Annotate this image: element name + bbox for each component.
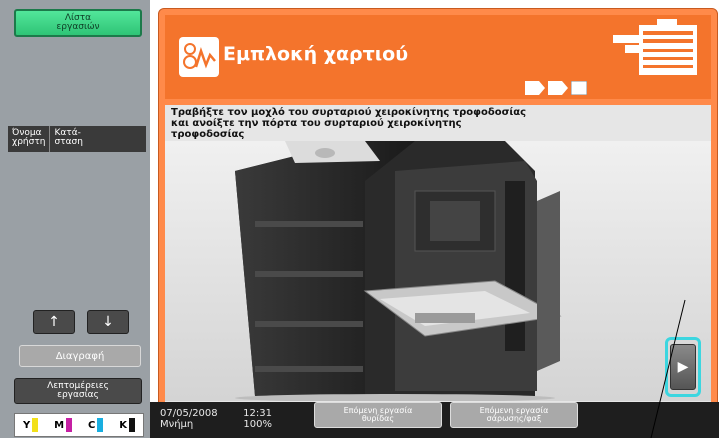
step-1-icon bbox=[525, 81, 545, 95]
next-scan-fax-job-button[interactable]: Επόμενη εργασία σάρωσης/φαξ bbox=[450, 402, 578, 428]
column-user-name: Όνομα χρήστη bbox=[12, 128, 46, 147]
job-list-label-line2: εργασιών bbox=[56, 22, 100, 32]
step-2-icon bbox=[548, 81, 568, 95]
arrow-up-icon: ↑ bbox=[48, 314, 60, 330]
memory-label: Μνήμη bbox=[160, 419, 194, 430]
instruction-text: Τραβήξτε τον μοχλό του συρταριού χειροκί… bbox=[171, 107, 527, 140]
scroll-down-button[interactable]: ↓ bbox=[87, 310, 129, 334]
step-3-icon bbox=[571, 81, 587, 95]
header: Εμπλοκή χαρτιού bbox=[165, 15, 711, 99]
job-details-label-line2: εργασίας bbox=[57, 390, 99, 400]
status-bar: 07/05/2008 12:31 Μνήμη 100% Επόμενη εργα… bbox=[150, 402, 719, 438]
toner-y: Y bbox=[23, 418, 39, 432]
job-list-column-header: Όνομα χρήστη Κατά- σταση bbox=[8, 126, 146, 152]
toner-levels: Y M C K bbox=[14, 413, 144, 437]
job-details-button[interactable]: Λεπτομέρειες εργασίας bbox=[14, 378, 142, 404]
toner-m: M bbox=[54, 418, 73, 432]
time-text: 12:31 bbox=[243, 408, 272, 419]
printer-illustration bbox=[165, 141, 711, 401]
scroll-up-button[interactable]: ↑ bbox=[33, 310, 75, 334]
next-arrow-icon: ▶ bbox=[670, 344, 696, 390]
arrow-down-icon: ↓ bbox=[102, 314, 114, 330]
date-text: 07/05/2008 bbox=[160, 408, 218, 419]
printer-icon bbox=[613, 19, 697, 75]
delete-label: Διαγραφή bbox=[55, 350, 105, 362]
memory-value: 100% bbox=[243, 419, 272, 430]
delete-button[interactable]: Διαγραφή bbox=[19, 345, 141, 367]
next-step-button[interactable]: ▶ bbox=[665, 337, 701, 397]
sidebar: Λίστα εργασιών Όνομα χρήστη Κατά- σταση … bbox=[0, 0, 150, 438]
toner-c: C bbox=[88, 418, 104, 432]
job-list-button[interactable]: Λίστα εργασιών bbox=[14, 9, 142, 37]
page-title: Εμπλοκή χαρτιού bbox=[223, 43, 409, 65]
main-panel: Εμπλοκή χαρτιού Τραβήξτε τον μοχλό του σ… bbox=[158, 8, 718, 404]
instruction-panel: Τραβήξτε τον μοχλό του συρταριού χειροκί… bbox=[165, 105, 711, 403]
step-indicator bbox=[525, 81, 587, 95]
column-status: Κατά- σταση bbox=[49, 126, 86, 152]
next-box-job-button[interactable]: Επόμενη εργασία θυρίδας bbox=[314, 402, 442, 428]
paper-jam-icon bbox=[179, 37, 219, 77]
datetime-display: 07/05/2008 12:31 Μνήμη 100% bbox=[160, 408, 272, 430]
toner-k: K bbox=[119, 418, 136, 432]
